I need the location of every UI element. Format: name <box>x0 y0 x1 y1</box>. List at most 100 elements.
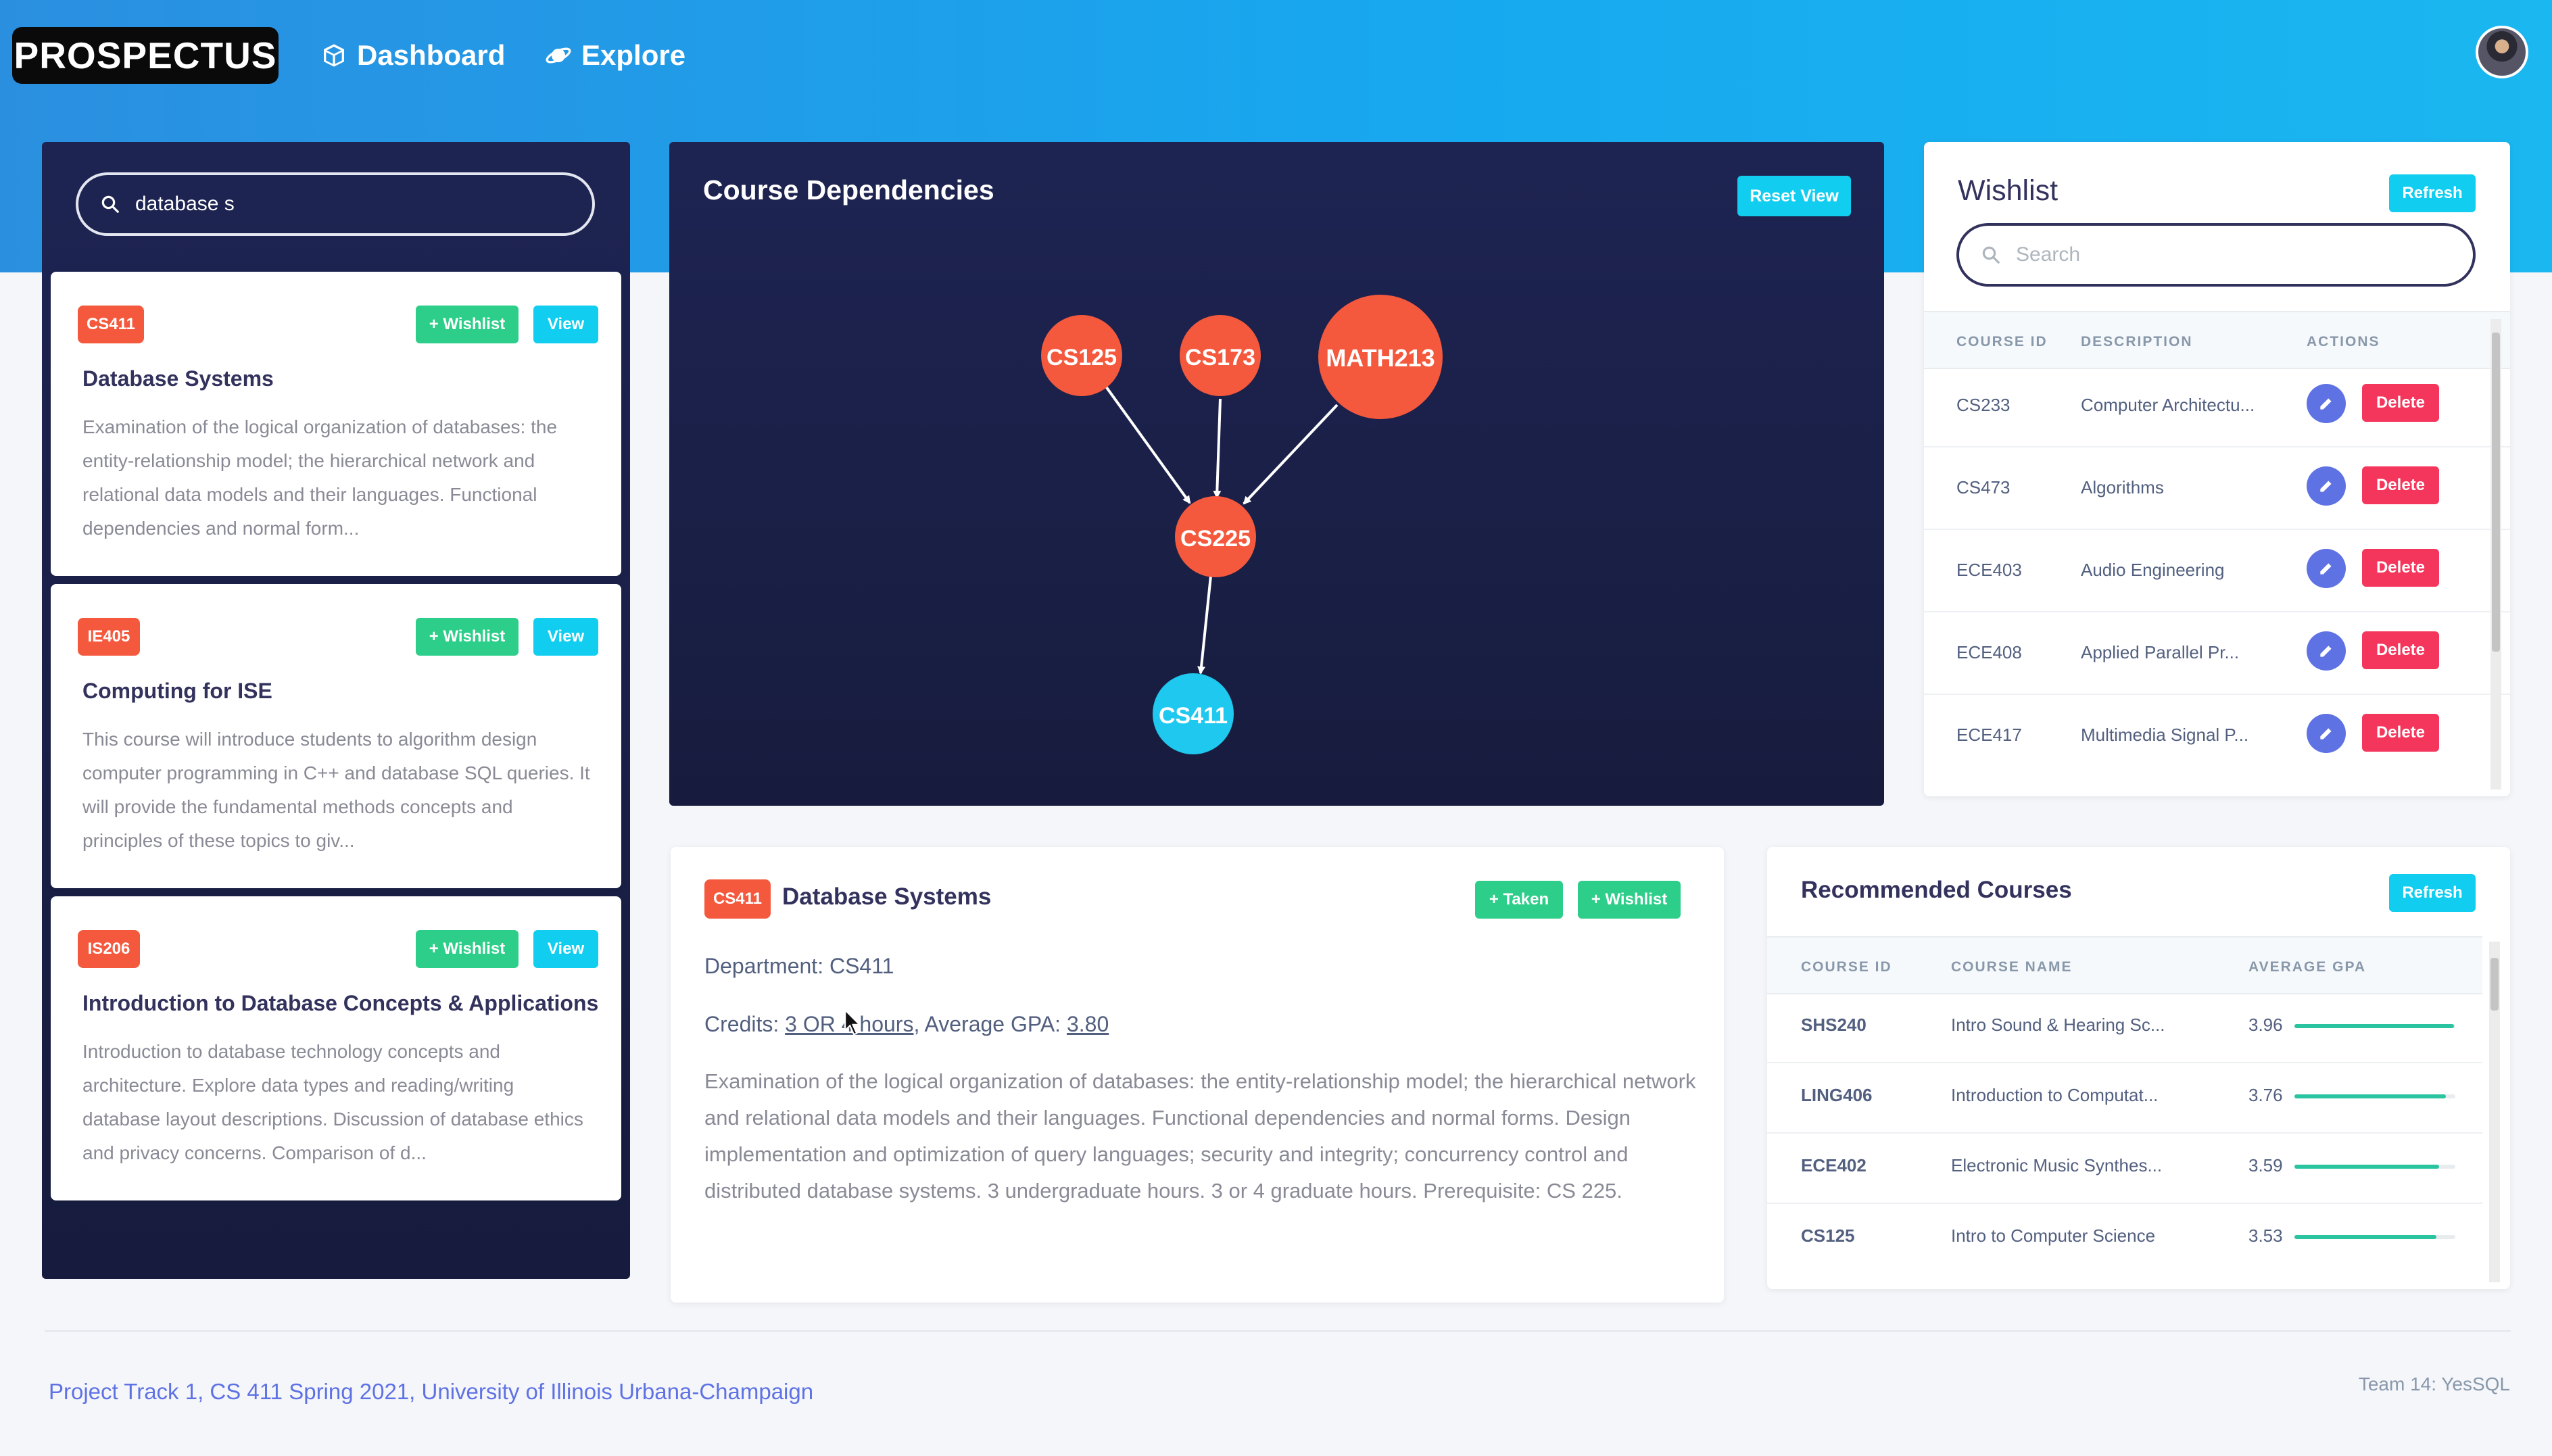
graph-node-label: CS225 <box>1180 526 1251 552</box>
course-detail-description: Examination of the logical organization … <box>704 1069 1696 1203</box>
course-code-badge: IE405 <box>78 618 140 656</box>
cell-description: Algorithms <box>2081 477 2164 498</box>
gpa-progress-fill <box>2294 1235 2437 1239</box>
edge-math213-cs225 <box>1243 404 1339 505</box>
result-card: IS206 + Wishlist View Introduction to Da… <box>51 896 621 1200</box>
pencil-icon <box>2320 563 2332 575</box>
cell-course-name: Intro Sound & Hearing Sc... <box>1951 1015 2165 1035</box>
gpa-progress-bar <box>2294 1024 2455 1028</box>
row-divider <box>1924 529 2510 530</box>
cell-gpa: 3.76 <box>2248 1085 2283 1105</box>
view-button[interactable]: View <box>533 618 598 656</box>
edit-button[interactable] <box>2307 714 2346 753</box>
row-divider <box>1924 446 2510 447</box>
gpa-progress-fill <box>2294 1094 2446 1098</box>
edit-button[interactable] <box>2307 384 2346 423</box>
result-card: IE405 + Wishlist View Computing for ISE … <box>51 584 621 888</box>
wishlist-refresh-button[interactable]: Refresh <box>2389 174 2476 212</box>
avatar[interactable] <box>2476 26 2528 78</box>
column-header-course-id: COURSE ID <box>1956 334 2048 349</box>
course-search-input[interactable]: database s <box>76 172 595 236</box>
delete-button[interactable]: Delete <box>2362 714 2439 752</box>
cell-gpa: 3.96 <box>2248 1015 2283 1035</box>
wishlist-search-placeholder: Search <box>2016 243 2081 266</box>
gpa-progress-fill <box>2294 1024 2454 1028</box>
cell-course-name: Electronic Music Synthes... <box>1951 1155 2163 1175</box>
pencil-icon <box>2320 646 2332 657</box>
credits-line: Credits: 3 OR 4 hours, Average GPA: 3.80 <box>704 1012 1109 1037</box>
row-divider <box>1767 1132 2482 1134</box>
credits-label: Credits: <box>704 1012 786 1036</box>
recommended-courses-card: Recommended Courses Refresh COURSE ID CO… <box>1767 847 2510 1289</box>
add-wishlist-button[interactable]: + Wishlist <box>416 930 519 968</box>
row-divider <box>1767 1062 2482 1063</box>
row-divider <box>1924 694 2510 695</box>
course-title: Database Systems <box>82 366 274 391</box>
graph-node-cs411[interactable]: CS411 <box>1153 673 1234 754</box>
add-wishlist-button[interactable]: + Wishlist <box>416 618 519 656</box>
recommended-scrollbar[interactable] <box>2489 942 2500 1282</box>
mark-taken-button[interactable]: + Taken <box>1475 881 1563 919</box>
nav-explore[interactable]: Explore <box>545 34 685 77</box>
cell-gpa: 3.59 <box>2248 1155 2283 1175</box>
average-gpa-value[interactable]: 3.80 <box>1067 1012 1109 1036</box>
nav-dashboard[interactable]: Dashboard <box>320 34 505 77</box>
delete-button[interactable]: Delete <box>2362 631 2439 669</box>
gpa-progress-fill <box>2294 1165 2439 1169</box>
course-description: This course will introduce students to a… <box>82 729 590 851</box>
planet-icon <box>546 47 571 64</box>
graph-node-cs225[interactable]: CS225 <box>1175 496 1256 577</box>
wishlist-scroll-thumb[interactable] <box>2492 333 2500 652</box>
course-detail-card: CS411 Database Systems + Taken + Wishlis… <box>671 847 1724 1303</box>
course-title: Introduction to Database Concepts & Appl… <box>82 991 599 1015</box>
cell-course-name: Introduction to Computat... <box>1951 1085 2159 1105</box>
edit-button[interactable] <box>2307 631 2346 671</box>
delete-button[interactable]: Delete <box>2362 466 2439 504</box>
view-button[interactable]: View <box>533 930 598 968</box>
footer-team: Team 14: YesSQL <box>2358 1374 2510 1394</box>
cell-course-id: ECE402 <box>1801 1155 1867 1175</box>
graph-node-cs173[interactable]: CS173 <box>1180 315 1261 396</box>
gpa-progress-bar <box>2294 1094 2455 1098</box>
search-query-text: database s <box>135 193 235 215</box>
search-icon <box>1982 246 2000 264</box>
wishlist-search-input[interactable]: Search <box>1956 223 2476 287</box>
delete-button[interactable]: Delete <box>2362 384 2439 422</box>
edit-button[interactable] <box>2307 466 2346 506</box>
course-description: Examination of the logical organization … <box>82 416 558 539</box>
cell-gpa: 3.53 <box>2248 1226 2283 1246</box>
cell-description: Computer Architectu... <box>2081 395 2255 415</box>
edge-cs225-cs411 <box>1197 575 1212 675</box>
dependency-graph[interactable]: CS125 CS173 MATH213 CS225 CS411 <box>669 142 1884 806</box>
gpa-progress-bar <box>2294 1235 2455 1239</box>
wishlist-title: Wishlist <box>1958 174 2059 207</box>
column-header-course-id: COURSE ID <box>1801 959 1892 975</box>
add-wishlist-button[interactable]: + Wishlist <box>416 306 519 343</box>
course-code-badge: CS411 <box>704 879 771 919</box>
department-line: Department: CS411 <box>704 954 894 979</box>
search-panel: database s CS411 + Wishlist View Databas… <box>42 142 630 1279</box>
add-wishlist-button[interactable]: + Wishlist <box>1578 881 1681 919</box>
wishlist-card: Wishlist Refresh Search COURSE ID DESCRI… <box>1924 142 2510 796</box>
recommended-refresh-button[interactable]: Refresh <box>2389 874 2476 912</box>
edge-cs125-cs225 <box>1105 385 1191 504</box>
pencil-icon <box>2320 481 2332 492</box>
brand-logo[interactable]: PROSPECTUS <box>12 27 279 84</box>
wishlist-scrollbar[interactable] <box>2490 319 2501 790</box>
view-button[interactable]: View <box>533 306 598 343</box>
course-dependencies-panel: Course Dependencies Reset View CS125 CS1… <box>669 142 1884 806</box>
cell-course-id: CS473 <box>1956 477 2011 498</box>
pencil-icon <box>2320 398 2332 410</box>
wishlist-table-header: COURSE ID DESCRIPTION ACTIONS <box>1924 311 2510 369</box>
pencil-icon <box>2320 728 2332 739</box>
nav-explore-label: Explore <box>581 39 686 71</box>
edit-button[interactable] <box>2307 549 2346 588</box>
graph-node-math213[interactable]: MATH213 <box>1318 295 1443 419</box>
graph-node-cs125[interactable]: CS125 <box>1041 315 1122 396</box>
column-header-actions: ACTIONS <box>2307 334 2380 349</box>
recommended-scroll-thumb[interactable] <box>2490 958 2499 1011</box>
cell-course-id: SHS240 <box>1801 1015 1867 1035</box>
delete-button[interactable]: Delete <box>2362 549 2439 587</box>
search-icon <box>101 195 119 213</box>
course-code-badge: IS206 <box>78 930 140 968</box>
